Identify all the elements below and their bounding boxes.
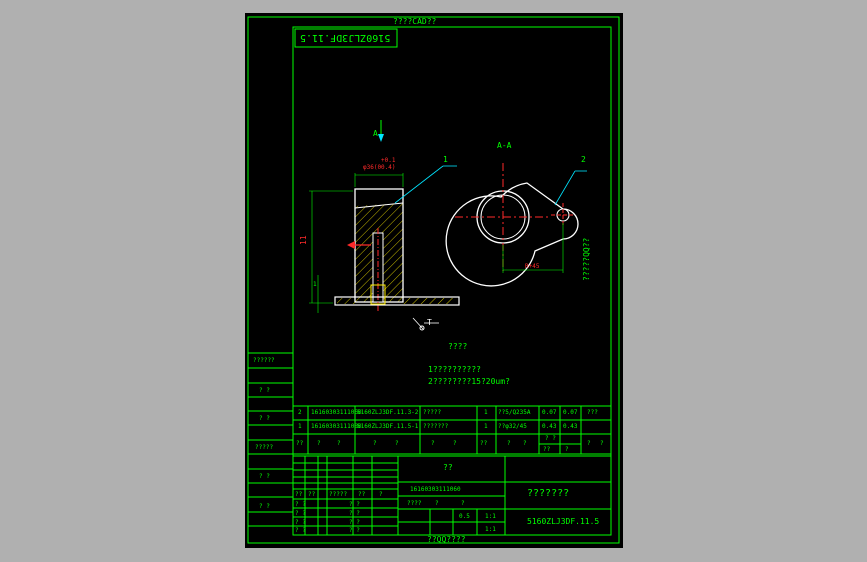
- left-label-2: ? ?: [259, 415, 270, 422]
- bom-row-1-weight-1: 0.43: [542, 423, 557, 430]
- top-caption: ????CAD??: [393, 17, 437, 26]
- stage-label: ????: [407, 500, 422, 507]
- bom-row-1-weight-2: 0.43: [563, 423, 578, 430]
- scale-label-left: ?: [435, 500, 439, 507]
- left-label-1: ? ?: [259, 387, 270, 394]
- bom-header-name: ?: [431, 440, 435, 447]
- bom-header-code: ?: [317, 440, 321, 447]
- notes-heading: ????: [448, 342, 468, 351]
- drawing-canvas: [247, 16, 620, 544]
- surface-mark: T: [427, 318, 432, 327]
- scale-label-mid: ?: [461, 500, 465, 507]
- notes-line-1: 1??????????: [428, 365, 481, 374]
- bom-row-2-name: ?????: [423, 409, 442, 416]
- bom-header-name-2: ?: [453, 440, 457, 447]
- plate-outline: [445, 182, 579, 287]
- bom-row-2-material: ??5/Q235A: [498, 409, 531, 416]
- mini-row-1: ? ?: [295, 510, 306, 517]
- left-label-5: ? ?: [259, 503, 270, 510]
- mirror-code: 5160ZLJ3DF.11.5: [300, 32, 391, 43]
- scale-value: 1:1: [485, 513, 496, 520]
- bom-row-2-weight-1: 0.07: [542, 409, 557, 416]
- sign-label-0: ??: [295, 491, 303, 498]
- view-a-label: A: [373, 129, 378, 138]
- bom-row-2-drawing: 5160ZLJ3DF.11.3-2: [357, 409, 419, 416]
- bom-row-2-note: ???: [587, 409, 598, 416]
- leader-2: [554, 170, 576, 206]
- bom-row-1-drawing: 5160ZLJ3DF.11.5-1: [357, 423, 419, 430]
- bottom-caption: ??QQ????: [427, 535, 466, 544]
- bom-row-1-qty: 1: [484, 423, 488, 430]
- bom-row-1-no: 1: [298, 423, 302, 430]
- part-name: ???????: [527, 488, 570, 499]
- left-label-3: ?????: [255, 444, 274, 451]
- left-label-0: ??????: [253, 357, 275, 364]
- bom-header-drawing-2: ?: [395, 440, 399, 447]
- title-code: 16160303111060: [410, 486, 461, 493]
- weight-value: 0.5: [459, 513, 470, 520]
- bom-header-qty: ??: [480, 440, 488, 447]
- bom-row-2-code: 16160303111060: [311, 409, 362, 416]
- mini-row-0: ? ?: [295, 501, 306, 508]
- mini-row-2: ? ?: [295, 519, 306, 526]
- leader-1: [394, 165, 444, 204]
- sign-label-4: ?: [379, 491, 383, 498]
- balloon-2: 2: [581, 155, 586, 164]
- bom-header-weight: ? ?: [545, 435, 556, 442]
- mini-row-3: ? ?: [295, 527, 306, 534]
- bom-header-weight-sub-2: ?: [565, 446, 569, 453]
- drawing-sheet: ????CAD?? ??QQ???? ?????QQ?? 5160ZLJ3DF.…: [245, 13, 623, 548]
- section-view: [309, 120, 460, 331]
- mini-mid-1: ? ?: [349, 510, 360, 517]
- bom-row-2-no: 2: [298, 409, 302, 416]
- sign-label-1: ??: [308, 491, 316, 498]
- bom-row-1-name: ???????: [423, 423, 449, 430]
- inner-frame: [292, 26, 612, 536]
- bom-header-material-2: ?: [523, 440, 527, 447]
- bom-header-note-2: ?: [600, 440, 604, 447]
- bom-header-material: ?: [507, 440, 511, 447]
- left-label-4: ? ?: [259, 473, 270, 480]
- project-name: ??: [443, 463, 453, 472]
- tolerance-top: +0.1: [381, 157, 396, 164]
- bom-row-2-qty: 1: [484, 409, 488, 416]
- side-caption: ?????QQ??: [582, 237, 591, 281]
- mini-mid-2: ? ?: [349, 519, 360, 526]
- drawing-number: 5160ZLJ3DF.11.5: [527, 517, 600, 526]
- bom-header-weight-sub-1: ??: [543, 446, 551, 453]
- balloon-1: 1: [443, 155, 448, 164]
- bom-header-drawing: ?: [373, 440, 377, 447]
- bom-row-1-material: ??φ32/45: [498, 423, 527, 430]
- center-dim-text: R+45: [525, 263, 540, 270]
- outer-frame: [247, 16, 620, 544]
- sheets-value: 1:1: [485, 526, 496, 533]
- mini-mid-0: ? ?: [349, 501, 360, 508]
- bom-row-1-code: 16160303111080: [311, 423, 362, 430]
- notes-line-2: 2????????15?20um?: [428, 377, 510, 386]
- sign-label-3: ??: [358, 491, 366, 498]
- view-aa-label: A-A: [497, 141, 512, 150]
- bom-row-2-weight-2: 0.07: [563, 409, 578, 416]
- height-dim-text: 11: [299, 235, 308, 245]
- small-dim-text: 1: [313, 281, 317, 288]
- bom-header-no: ??: [296, 440, 304, 447]
- mini-mid-3: ? ?: [349, 527, 360, 534]
- tolerance-label: φ36(00.4): [363, 164, 396, 171]
- bom-header-code-2: ?: [337, 440, 341, 447]
- sign-label-2: ?????: [329, 491, 348, 498]
- top-view: [445, 163, 587, 287]
- bom-header-note: ?: [587, 440, 591, 447]
